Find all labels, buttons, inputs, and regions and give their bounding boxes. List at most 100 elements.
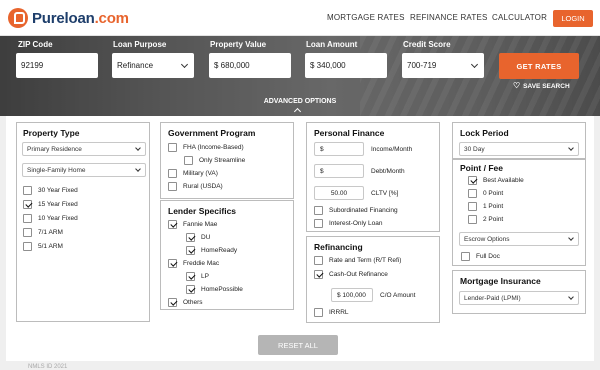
debt-input[interactable]: $ [314,164,364,178]
lender-fannie-mae[interactable]: Fannie Mae [168,220,217,229]
point-best-available[interactable]: Best Available [468,176,524,185]
gov-rural-usda[interactable]: Rural (USDA) [168,182,223,191]
gov-fha[interactable]: FHA (Income-Based) [168,143,244,152]
property-type-section: Property Type Primary Residence Single-F… [16,122,150,322]
lender-others[interactable]: Others [168,298,203,307]
lender-lp[interactable]: LP [186,272,209,281]
checkbox[interactable] [23,228,32,237]
income-label: Income/Month [371,146,413,153]
refi-rate-and-term[interactable]: Rate and Term (R/T Refi) [314,256,401,265]
checkbox[interactable] [314,308,323,317]
full-doc[interactable]: Full Doc [461,252,500,261]
lender-du[interactable]: DU [186,233,210,242]
refi-irrrl[interactable]: IRRRL [314,308,349,317]
home-type-select[interactable]: Single-Family Home [22,163,146,177]
lock-period-title: Lock Period [460,128,509,138]
checkbox[interactable] [461,252,470,261]
lender-homepossible[interactable]: HomePossible [186,285,243,294]
gov-label: Military (VA) [183,170,218,177]
checkbox-checked[interactable] [186,233,195,242]
checkbox-checked[interactable] [186,285,195,294]
term-label: 30 Year Fixed [38,187,78,194]
subordinated-financing[interactable]: Subordinated Financing [314,206,398,215]
checkbox[interactable] [314,206,323,215]
checkbox-checked[interactable] [314,270,323,279]
logo[interactable]: Pureloan.com [8,8,129,28]
term-15-year[interactable]: 15 Year Fixed [23,200,78,209]
lender-freddie-mac[interactable]: Freddie Mac [168,259,219,268]
gov-only-streamline[interactable]: Only Streamline [184,156,245,165]
get-rates-button[interactable]: GET RATES [499,53,579,79]
escrow-options-select[interactable]: Escrow Options [459,232,579,246]
advanced-options-toggle[interactable]: ADVANCED OPTIONS [0,98,600,105]
save-search-button[interactable]: ♡ SAVE SEARCH [513,82,570,90]
income-input[interactable]: $ [314,142,364,156]
point-1[interactable]: 1 Point [468,202,503,211]
interest-only-loan[interactable]: Interest-Only Loan [314,219,382,228]
lender-label: Others [183,299,203,306]
term-10-year[interactable]: 10 Year Fixed [23,214,78,223]
co-amount-input[interactable]: $ 100,000 [331,288,373,302]
advanced-options-panel: Property Type Primary Residence Single-F… [6,116,594,361]
checkbox-checked[interactable] [468,176,477,185]
refi-cash-out[interactable]: Cash-Out Refinance [314,270,388,279]
checkbox[interactable] [468,215,477,224]
option-label: Subordinated Financing [329,207,398,214]
home-type-value: Single-Family Home [27,166,86,174]
refinancing-title: Refinancing [314,242,363,252]
property-value-input[interactable]: $ 680,000 [209,53,291,78]
lender-label: Freddie Mac [183,260,220,267]
checkbox[interactable] [168,182,177,191]
checkbox-checked[interactable] [186,272,195,281]
credit-score-select[interactable]: 700-719 [402,53,484,78]
zip-input[interactable]: 92199 [16,53,98,78]
loan-purpose-select[interactable]: Refinance [112,53,194,78]
residence-select[interactable]: Primary Residence [22,142,146,156]
mortgage-insurance-title: Mortgage Insurance [460,276,541,286]
option-label: Interest-Only Loan [329,220,383,227]
footnote: NMLS ID 2021 [28,364,68,370]
mortgage-insurance-section: Mortgage Insurance Lender-Paid (LPMI) [452,270,586,314]
chevron-down-icon [568,235,574,241]
property-type-title: Property Type [23,128,80,138]
term-7-1-arm[interactable]: 7/1 ARM [23,228,63,237]
checkbox-checked[interactable] [168,220,177,229]
checkbox-checked[interactable] [168,298,177,307]
cltv-input[interactable]: 50.00 [314,186,364,200]
mortgage-insurance-select[interactable]: Lender-Paid (LPMI) [459,291,579,305]
term-5-1-arm[interactable]: 5/1 ARM [23,242,63,251]
nav-mortgage-rates[interactable]: MORTGAGE RATES [327,13,405,22]
chevron-down-icon [470,60,479,69]
lender-homeready[interactable]: HomeReady [186,246,237,255]
personal-finance-title: Personal Finance [314,128,385,138]
gov-military-va[interactable]: Military (VA) [168,169,218,178]
point-0[interactable]: 0 Point [468,189,503,198]
login-button[interactable]: LOGIN [553,10,593,27]
checkbox[interactable] [314,256,323,265]
checkbox[interactable] [23,242,32,251]
checkbox-checked[interactable] [23,200,32,209]
checkbox[interactable] [168,143,177,152]
checkbox-checked[interactable] [186,246,195,255]
gov-label: Only Streamline [199,157,246,164]
nav-refinance-rates[interactable]: REFINANCE RATES [410,13,488,22]
debt-label: Debt/Month [371,168,405,175]
loan-amount-input[interactable]: $ 340,000 [305,53,387,78]
chevron-down-icon [135,145,141,151]
save-search-label: SAVE SEARCH [523,82,570,90]
checkbox[interactable] [23,214,32,223]
property-value-label: Property Value [210,40,267,49]
reset-all-button[interactable]: RESET ALL [258,335,338,355]
checkbox[interactable] [468,189,477,198]
checkbox[interactable] [168,169,177,178]
checkbox-checked[interactable] [168,259,177,268]
checkbox[interactable] [23,186,32,195]
lock-period-select[interactable]: 30 Day [459,142,579,156]
chevron-up-icon[interactable] [293,107,302,116]
term-30-year[interactable]: 30 Year Fixed [23,186,78,195]
point-2[interactable]: 2 Point [468,215,503,224]
checkbox[interactable] [184,156,193,165]
checkbox[interactable] [468,202,477,211]
checkbox[interactable] [314,219,323,228]
nav-calculator[interactable]: CALCULATOR [492,13,547,22]
